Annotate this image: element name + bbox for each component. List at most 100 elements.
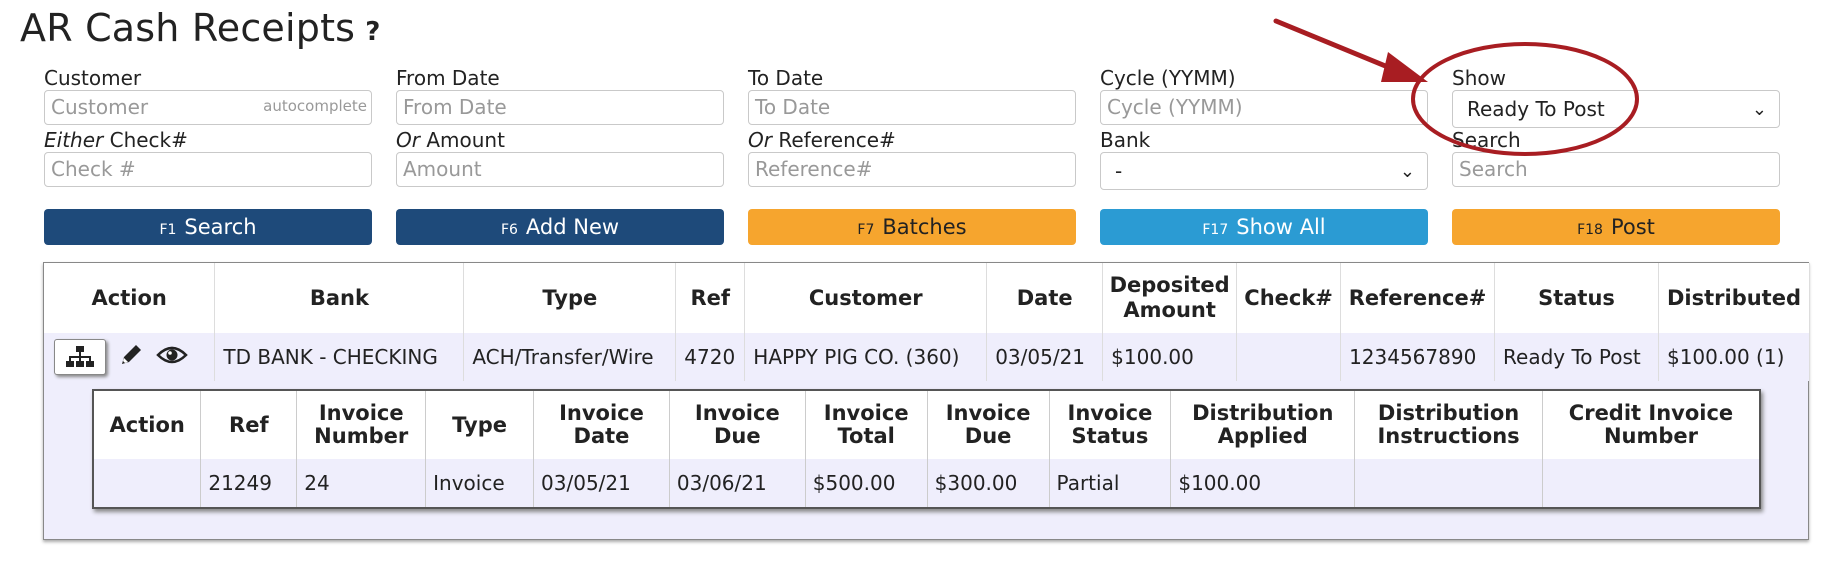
- column-header[interactable]: Invoice Date: [533, 390, 670, 459]
- add-new-button-label: Add New: [525, 215, 620, 239]
- page-title: AR Cash Receipts?: [20, 6, 380, 50]
- amount-label-text: Amount: [419, 128, 505, 152]
- batches-button-key: F7: [857, 222, 875, 238]
- post-button-label: Post: [1610, 215, 1655, 239]
- ref-cell: 4720: [675, 333, 746, 381]
- check-filter: Either Check# Check #: [44, 128, 372, 187]
- column-header[interactable]: Ref: [200, 390, 298, 459]
- column-header[interactable]: Bank: [214, 263, 465, 333]
- search-button[interactable]: F1 Search: [44, 209, 372, 245]
- column-header[interactable]: Date: [986, 263, 1104, 333]
- from-date-filter: From Date From Date: [396, 66, 724, 125]
- column-header[interactable]: Invoice Status: [1049, 390, 1172, 459]
- check-placeholder: Check #: [51, 157, 136, 181]
- batches-button[interactable]: F7 Batches: [748, 209, 1076, 245]
- column-header[interactable]: Distribution Instructions: [1354, 390, 1543, 459]
- amount-placeholder: Amount: [403, 157, 482, 181]
- distribution-instructions-cell: [1354, 459, 1543, 508]
- column-header[interactable]: Reference#: [1340, 263, 1496, 333]
- invoice-status-cell: Partial: [1049, 459, 1172, 508]
- show-all-button[interactable]: F17 Show All: [1100, 209, 1428, 245]
- autocomplete-hint: autocomplete: [263, 97, 367, 115]
- reference-input[interactable]: Reference#: [748, 152, 1076, 187]
- column-header[interactable]: Credit Invoice Number: [1542, 390, 1761, 459]
- customer-placeholder: Customer: [51, 95, 149, 119]
- pencil-icon[interactable]: [118, 342, 144, 373]
- status-cell: Ready To Post: [1494, 333, 1659, 381]
- column-header[interactable]: Status: [1494, 263, 1659, 333]
- chevron-down-icon: ⌄: [1399, 161, 1415, 182]
- distribution-table: Action Ref Invoice Number Type Invoice D…: [92, 389, 1761, 509]
- reference-label-prefix: Or: [748, 128, 772, 152]
- to-date-label: To Date: [748, 66, 824, 90]
- table-header-row: Action Bank Type Ref Customer Date Depos…: [44, 263, 1811, 333]
- cycle-label: Cycle (YYMM): [1100, 66, 1236, 90]
- invoice-due-date-cell: 03/06/21: [669, 459, 806, 508]
- search-placeholder: Search: [1459, 157, 1528, 181]
- column-header[interactable]: Invoice Number: [296, 390, 427, 459]
- cycle-filter: Cycle (YYMM) Cycle (YYMM): [1100, 66, 1428, 125]
- customer-cell: HAPPY PIG CO. (360): [744, 333, 988, 381]
- column-header[interactable]: Invoice Total: [805, 390, 928, 459]
- amount-label: Or Amount: [396, 128, 724, 152]
- check-input[interactable]: Check #: [44, 152, 372, 187]
- page-title-text: AR Cash Receipts: [20, 6, 356, 50]
- invoice-total-cell: $500.00: [805, 459, 928, 508]
- column-header[interactable]: Type: [463, 263, 677, 333]
- bank-label: Bank: [1100, 128, 1151, 152]
- action-cell: [93, 459, 202, 508]
- invoice-date-cell: 03/05/21: [533, 459, 670, 508]
- deposited-amount-cell: $100.00: [1102, 333, 1238, 381]
- add-new-button[interactable]: F6 Add New: [396, 209, 724, 245]
- customer-input[interactable]: Customer autocomplete: [44, 90, 372, 125]
- show-select[interactable]: Ready To Post ⌄: [1452, 90, 1780, 128]
- column-header[interactable]: Distribution Applied: [1170, 390, 1356, 459]
- sitemap-icon[interactable]: [54, 339, 106, 375]
- invoice-number-cell: 24: [296, 459, 427, 508]
- show-label: Show: [1452, 66, 1506, 90]
- from-date-input[interactable]: From Date: [396, 90, 724, 125]
- help-icon[interactable]: ?: [365, 17, 380, 47]
- check-cell: [1236, 333, 1342, 381]
- search-input[interactable]: Search: [1452, 152, 1780, 187]
- amount-filter: Or Amount Amount: [396, 128, 724, 187]
- type-cell: Invoice: [425, 459, 535, 508]
- bank-select[interactable]: - ⌄: [1100, 152, 1428, 190]
- eye-icon[interactable]: [156, 343, 188, 372]
- column-header[interactable]: Deposited Amount: [1102, 263, 1238, 333]
- column-header[interactable]: Action: [44, 263, 216, 333]
- cycle-placeholder: Cycle (YYMM): [1107, 95, 1243, 119]
- show-filter: Show Ready To Post ⌄: [1452, 66, 1780, 128]
- search-label: Search: [1452, 128, 1521, 152]
- add-new-button-key: F6: [500, 222, 518, 238]
- search-button-label: Search: [184, 215, 257, 239]
- show-select-value: Ready To Post: [1467, 97, 1605, 121]
- to-date-input[interactable]: To Date: [748, 90, 1076, 125]
- reference-filter: Or Reference# Reference#: [748, 128, 1076, 187]
- column-header[interactable]: Invoice Due: [669, 390, 806, 459]
- search-button-key: F1: [159, 222, 177, 238]
- show-all-button-label: Show All: [1236, 215, 1326, 239]
- cycle-input[interactable]: Cycle (YYMM): [1100, 90, 1428, 125]
- amount-input[interactable]: Amount: [396, 152, 724, 187]
- bank-filter: Bank - ⌄: [1100, 128, 1428, 190]
- column-header[interactable]: Distributed: [1658, 263, 1811, 333]
- column-header[interactable]: Action: [93, 390, 202, 459]
- post-button[interactable]: F18 Post: [1452, 209, 1780, 245]
- reference-label: Or Reference#: [748, 128, 1076, 152]
- batches-button-label: Batches: [882, 215, 967, 239]
- to-date-placeholder: To Date: [755, 95, 831, 119]
- results-panel: Action Bank Type Ref Customer Date Depos…: [43, 262, 1811, 540]
- post-button-key: F18: [1577, 222, 1603, 238]
- column-header[interactable]: Type: [425, 390, 535, 459]
- to-date-filter: To Date To Date: [748, 66, 1076, 125]
- bank-select-value: -: [1115, 159, 1123, 183]
- column-header[interactable]: Ref: [675, 263, 746, 333]
- type-cell: ACH/Transfer/Wire: [463, 333, 677, 381]
- customer-label: Customer: [44, 66, 142, 90]
- reference-label-text: Reference#: [771, 128, 896, 152]
- reference-placeholder: Reference#: [755, 157, 873, 181]
- column-header[interactable]: Invoice Due: [927, 390, 1050, 459]
- column-header[interactable]: Customer: [744, 263, 988, 333]
- column-header[interactable]: Check#: [1236, 263, 1342, 333]
